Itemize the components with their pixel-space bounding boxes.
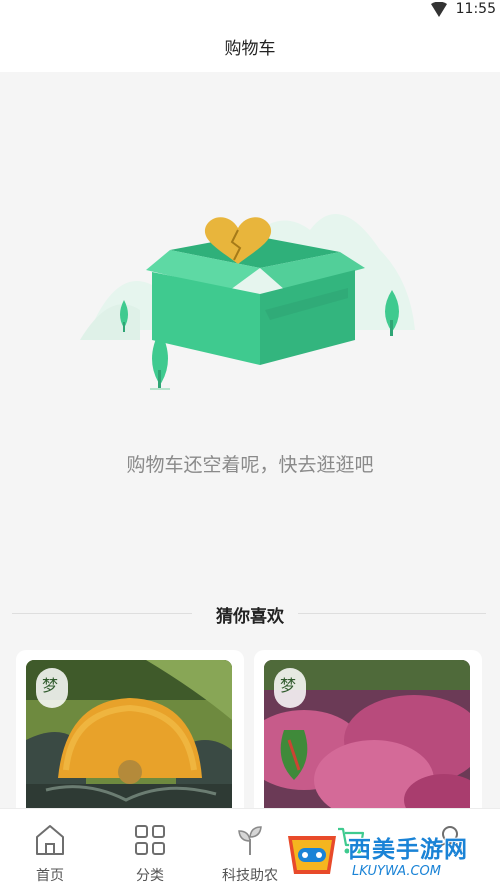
nav-item-home[interactable]: 首页 bbox=[0, 809, 100, 888]
home-icon bbox=[34, 823, 66, 857]
product-card[interactable]: 梦 bbox=[254, 650, 482, 820]
watermark-text: 西美手游网 bbox=[348, 837, 468, 863]
nav-label-category: 分类 bbox=[136, 868, 164, 884]
brand-logo: 梦 bbox=[274, 668, 306, 708]
signal-icon bbox=[430, 1, 448, 22]
product-card[interactable]: 梦 bbox=[16, 650, 244, 820]
empty-cart-message: 购物车还空着呢，快去逛逛吧 bbox=[126, 454, 374, 476]
header: 购物车 bbox=[0, 22, 500, 72]
recommendations-title: 猜你喜欢 bbox=[216, 607, 284, 627]
status-bar: 11:55 bbox=[0, 0, 500, 22]
gamepad-logo-icon bbox=[288, 836, 336, 874]
category-grid-icon bbox=[134, 823, 166, 857]
empty-cart-illustration bbox=[80, 190, 420, 400]
page-title: 购物车 bbox=[224, 39, 276, 59]
product-image-sweet-potato[interactable]: 梦 bbox=[264, 660, 470, 820]
nav-item-category[interactable]: 分类 bbox=[100, 809, 200, 888]
nav-label-home: 首页 bbox=[36, 868, 64, 884]
sprout-icon bbox=[234, 823, 266, 857]
watermark: 西美手游网 LKUYWA.COM bbox=[282, 826, 498, 886]
watermark-url: LKUYWA.COM bbox=[352, 864, 441, 879]
status-time: 11:55 bbox=[455, 1, 496, 17]
brand-logo: 梦 bbox=[36, 668, 68, 708]
product-image-pumpkin[interactable]: 梦 bbox=[26, 660, 232, 820]
